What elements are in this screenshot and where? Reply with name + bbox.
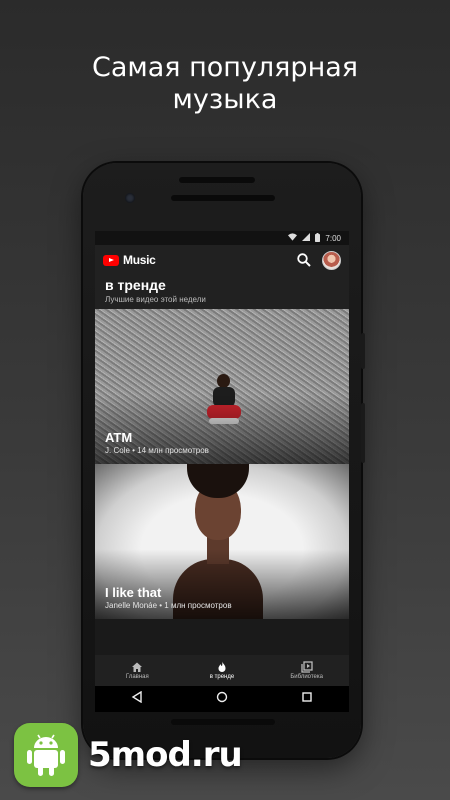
app-brand: Music	[123, 253, 156, 267]
nav-item-trending[interactable]: в тренде	[180, 655, 265, 686]
section-subtitle: Лучшие видео этой недели	[105, 295, 206, 304]
app-bar: Music	[95, 245, 349, 275]
earpiece-speaker	[179, 177, 255, 183]
video-card[interactable]: ATM J. Cole • 14 млн просмотров	[95, 309, 349, 464]
battery-icon	[315, 232, 321, 244]
trending-fire-icon	[216, 660, 228, 672]
phone-screen: 7:00 Music в тренде Лучшие видео этой не…	[95, 231, 349, 686]
avatar[interactable]	[322, 250, 341, 270]
promo-title: Самая популярная музыка	[91, 52, 359, 115]
back-icon[interactable]	[131, 690, 143, 708]
nav-item-label: Библиотека	[290, 674, 323, 680]
home-circle-icon[interactable]	[216, 690, 228, 708]
power-button	[361, 333, 365, 369]
volume-button	[361, 403, 365, 463]
nav-item-label: в тренде	[209, 674, 235, 680]
watermark: 5mod.ru	[14, 723, 244, 787]
library-icon	[301, 660, 313, 673]
video-title: I like that	[105, 585, 162, 600]
android-icon	[14, 723, 78, 787]
front-camera	[125, 193, 135, 203]
system-navigation-bar	[95, 686, 349, 712]
nav-item-home[interactable]: Главная	[95, 655, 180, 686]
video-card[interactable]: I like that Janelle Monáe • 1 млн просмо…	[95, 464, 349, 619]
search-icon[interactable]	[296, 252, 312, 268]
status-time: 7:00	[325, 233, 341, 243]
top-speaker-grille	[171, 195, 275, 201]
recents-icon[interactable]	[301, 690, 313, 708]
home-icon	[131, 660, 143, 672]
status-bar: 7:00	[95, 231, 349, 245]
watermark-text: 5mod.ru	[88, 735, 243, 775]
video-meta: J. Cole • 14 млн просмотров	[105, 446, 209, 455]
section-header: в тренде Лучшие видео этой недели	[95, 275, 349, 309]
nav-item-label: Главная	[125, 674, 149, 680]
nav-item-library[interactable]: Библиотека	[264, 655, 349, 686]
bottom-navigation: Главная в тренде Библиотека	[95, 655, 349, 686]
signal-icon	[302, 233, 311, 243]
wifi-icon	[288, 233, 298, 243]
section-title: в тренде	[105, 277, 166, 293]
phone-frame: 7:00 Music в тренде Лучшие видео этой не…	[83, 163, 365, 758]
youtube-logo-icon	[103, 254, 119, 266]
video-meta: Janelle Monáe • 1 млн просмотров	[105, 601, 232, 610]
video-title: ATM	[105, 430, 133, 445]
